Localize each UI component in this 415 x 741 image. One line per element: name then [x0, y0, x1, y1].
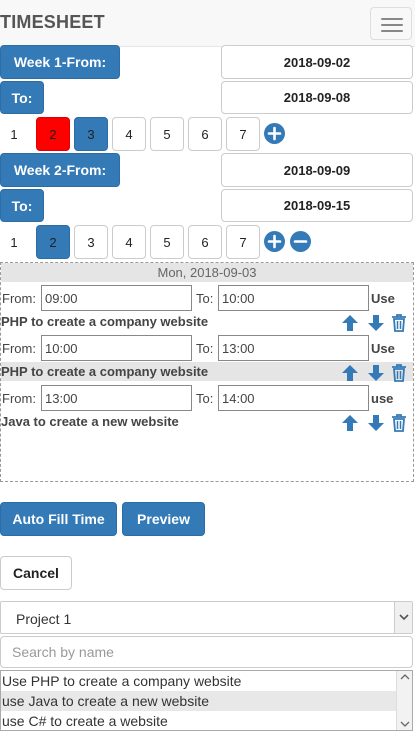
trash-icon[interactable]: [389, 413, 409, 433]
week1-to-button[interactable]: To:: [0, 81, 44, 114]
from-label: From:: [2, 341, 36, 356]
week2-day-2[interactable]: 2: [36, 225, 70, 259]
to-label: To:: [196, 291, 214, 306]
arrow-down-icon[interactable]: [366, 313, 386, 333]
task-text: PHP to create a company website: [1, 314, 209, 329]
week2-from-button[interactable]: Week 2-From:: [0, 153, 120, 187]
chevron-down-icon[interactable]: [394, 602, 412, 633]
week1-day-5[interactable]: 5: [150, 117, 184, 151]
auto-fill-time-button[interactable]: Auto Fill Time: [0, 502, 117, 536]
week2-day-1[interactable]: 1: [0, 225, 28, 259]
week2-day-3[interactable]: 3: [74, 225, 108, 259]
week1-day-6[interactable]: 6: [188, 117, 222, 151]
hamburger-icon: [381, 30, 403, 32]
menu-toggle-button[interactable]: [370, 7, 412, 40]
week1-from-date[interactable]: 2018-09-02: [221, 45, 413, 79]
task-text-use: Use: [371, 341, 395, 356]
week1-day-7[interactable]: 7: [226, 117, 260, 151]
brand-title[interactable]: TIMESHEET: [0, 12, 105, 33]
task-text-use: use: [371, 391, 394, 406]
week1-to-date[interactable]: 2018-09-08: [221, 81, 413, 114]
from-time-input[interactable]: 13:00: [41, 385, 192, 411]
cancel-button[interactable]: Cancel: [0, 556, 72, 590]
week2-day-7[interactable]: 7: [226, 225, 260, 259]
to-time-input[interactable]: 14:00: [218, 385, 369, 411]
hamburger-icon: [381, 18, 403, 20]
week1-day-1[interactable]: 1: [0, 117, 28, 151]
task-listbox[interactable]: Use PHP to create a company website use …: [0, 670, 413, 731]
list-item[interactable]: use C# to create a website: [1, 711, 396, 730]
search-input[interactable]: Search by name: [0, 636, 413, 668]
task-text: Java to create a new website: [1, 414, 179, 429]
hamburger-icon: [381, 24, 403, 26]
week1-from-button[interactable]: Week 1-From:: [0, 45, 120, 79]
trash-icon[interactable]: [389, 363, 409, 383]
trash-icon[interactable]: [389, 313, 409, 333]
arrow-up-icon[interactable]: [340, 313, 360, 333]
week2-day-5[interactable]: 5: [150, 225, 184, 259]
to-time-input[interactable]: 13:00: [218, 335, 369, 361]
plus-circle-icon[interactable]: [264, 123, 285, 144]
week1-day-4[interactable]: 4: [112, 117, 146, 151]
list-item[interactable]: use Java to create a new website: [1, 691, 396, 711]
week2-day-4[interactable]: 4: [112, 225, 146, 259]
day-header: Mon, 2018-09-03: [1, 263, 413, 282]
task-text-use: Use: [371, 291, 395, 306]
from-label: From:: [2, 291, 36, 306]
arrow-down-icon[interactable]: [366, 363, 386, 383]
week2-from-date[interactable]: 2018-09-09: [221, 153, 413, 187]
to-label: To:: [196, 341, 214, 356]
from-label: From:: [2, 391, 36, 406]
plus-circle-icon[interactable]: [264, 231, 285, 252]
week2-to-button[interactable]: To:: [0, 189, 44, 222]
to-label: To:: [196, 391, 214, 406]
project-select[interactable]: Project 1: [0, 601, 413, 634]
minus-circle-icon[interactable]: [290, 231, 311, 252]
arrow-down-icon[interactable]: [366, 413, 386, 433]
week2-to-date[interactable]: 2018-09-15: [221, 189, 413, 222]
week1-day-2[interactable]: 2: [36, 117, 70, 151]
project-select-value: Project 1: [16, 611, 72, 627]
to-time-input[interactable]: 10:00: [218, 285, 369, 311]
list-item[interactable]: Use PHP to create a company website: [1, 671, 396, 691]
from-time-input[interactable]: 10:00: [41, 335, 192, 361]
week2-day-6[interactable]: 6: [188, 225, 222, 259]
arrow-up-icon[interactable]: [340, 363, 360, 383]
preview-button[interactable]: Preview: [122, 502, 205, 536]
arrow-up-icon[interactable]: [340, 413, 360, 433]
task-text: PHP to create a company website: [1, 364, 209, 379]
scrollbar[interactable]: [396, 671, 412, 730]
week1-day-3[interactable]: 3: [74, 117, 108, 151]
from-time-input[interactable]: 09:00: [41, 285, 192, 311]
